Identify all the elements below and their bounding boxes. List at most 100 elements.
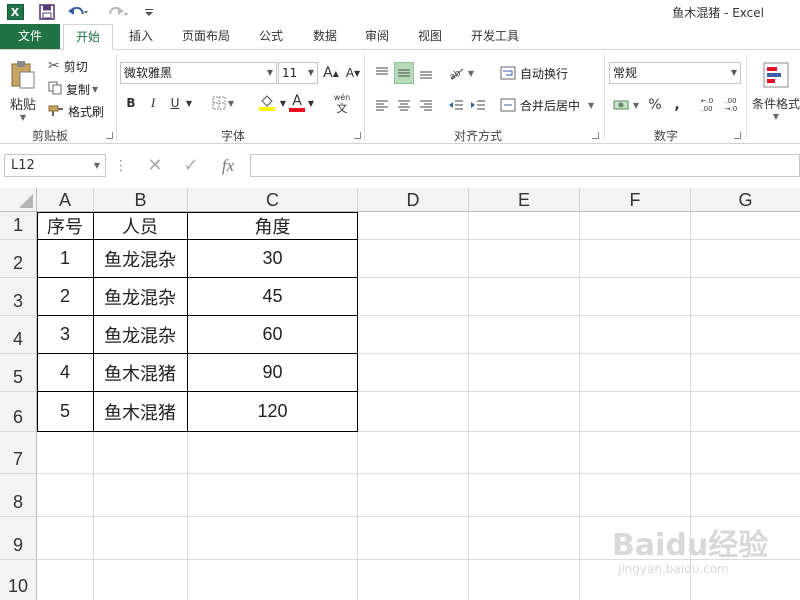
customize-qat-icon[interactable] bbox=[142, 2, 156, 22]
select-all-corner[interactable] bbox=[0, 188, 37, 212]
number-launcher-icon[interactable] bbox=[734, 132, 741, 139]
increase-decimal-button[interactable]: ←.0 .00 bbox=[696, 94, 718, 116]
phonetic-button[interactable]: wén 文 bbox=[328, 92, 356, 114]
tab-home[interactable]: 开始 bbox=[63, 24, 113, 50]
tab-file[interactable]: 文件 bbox=[0, 24, 60, 49]
cell-b6[interactable]: 鱼木混猪 bbox=[93, 392, 187, 431]
align-center-button[interactable] bbox=[394, 94, 414, 116]
borders-button[interactable]: ▼ bbox=[210, 92, 236, 114]
bold-button[interactable]: B bbox=[122, 92, 140, 114]
column-header-b[interactable]: B bbox=[94, 188, 188, 212]
italic-button[interactable]: I bbox=[144, 92, 162, 114]
name-box[interactable]: L12 ▼ bbox=[4, 154, 106, 177]
orientation-button[interactable]: ab ▼ bbox=[446, 62, 476, 84]
row-header-8[interactable]: 8 bbox=[0, 474, 37, 517]
cell-b2[interactable]: 鱼龙混杂 bbox=[93, 240, 187, 277]
underline-button[interactable]: U bbox=[166, 92, 184, 114]
cell-a4[interactable]: 3 bbox=[37, 316, 93, 353]
clipboard-launcher-icon[interactable] bbox=[106, 132, 113, 139]
chevron-down-icon: ▼ bbox=[730, 68, 737, 77]
row-header-2[interactable]: 2 bbox=[0, 240, 37, 278]
tab-review[interactable]: 审阅 bbox=[354, 24, 400, 49]
shrink-font-button[interactable]: A ▼ bbox=[344, 62, 362, 84]
align-bottom-button[interactable] bbox=[416, 62, 436, 84]
row-header-7[interactable]: 7 bbox=[0, 432, 37, 474]
column-header-c[interactable]: C bbox=[188, 188, 358, 212]
copy-button[interactable]: 复制 ▼ bbox=[48, 80, 98, 98]
enter-icon[interactable]: ✓ bbox=[176, 154, 206, 177]
format-painter-button[interactable]: 格式刷 bbox=[48, 102, 104, 120]
font-size-value: 11 bbox=[282, 66, 298, 80]
align-left-button[interactable] bbox=[372, 94, 392, 116]
font-name-select[interactable]: 微软雅黑 ▼ bbox=[120, 62, 277, 84]
wrap-text-button[interactable]: 自动换行 bbox=[500, 63, 568, 83]
column-header-f[interactable]: F bbox=[580, 188, 691, 212]
cell-a1[interactable]: 序号 bbox=[37, 212, 93, 239]
percent-button[interactable]: % bbox=[646, 94, 664, 116]
undo-icon[interactable] bbox=[64, 2, 92, 22]
column-header-e[interactable]: E bbox=[469, 188, 580, 212]
accounting-format-button[interactable]: ▼ bbox=[610, 94, 642, 116]
font-color-dropdown-icon[interactable]: ▼ bbox=[306, 92, 316, 114]
cell-a3[interactable]: 2 bbox=[37, 278, 93, 315]
cell-b3[interactable]: 鱼龙混杂 bbox=[93, 278, 187, 315]
tab-insert[interactable]: 插入 bbox=[118, 24, 164, 49]
underline-dropdown-icon[interactable]: ▼ bbox=[184, 92, 194, 114]
merge-center-button[interactable]: 合并后居中 ▼ bbox=[500, 95, 594, 115]
decrease-indent-button[interactable] bbox=[446, 94, 466, 116]
formula-input[interactable] bbox=[250, 154, 800, 177]
align-top-button[interactable] bbox=[372, 62, 392, 84]
alignment-launcher-icon[interactable] bbox=[592, 132, 599, 139]
decrease-decimal-button[interactable]: .00 →.0 bbox=[720, 94, 742, 116]
row-header-3[interactable]: 3 bbox=[0, 278, 37, 316]
column-header-a[interactable]: A bbox=[37, 188, 94, 212]
redo-icon[interactable] bbox=[104, 2, 132, 22]
cell-c6[interactable]: 120 bbox=[187, 392, 358, 431]
row-header-6[interactable]: 6 bbox=[0, 392, 37, 432]
paste-icon bbox=[11, 61, 35, 89]
align-right-button[interactable] bbox=[416, 94, 436, 116]
cancel-icon[interactable]: ✕ bbox=[140, 154, 170, 177]
font-color-button[interactable]: A bbox=[286, 92, 308, 114]
row-header-1[interactable]: 1 bbox=[0, 212, 37, 240]
cell-a5[interactable]: 4 bbox=[37, 354, 93, 391]
cell-c1[interactable]: 角度 bbox=[187, 212, 358, 239]
cell-c4[interactable]: 60 bbox=[187, 316, 358, 353]
paint-bucket-icon bbox=[261, 95, 273, 107]
cell-b4[interactable]: 鱼龙混杂 bbox=[93, 316, 187, 353]
row-header-9[interactable]: 9 bbox=[0, 517, 37, 560]
cell-c3[interactable]: 45 bbox=[187, 278, 358, 315]
tab-developer[interactable]: 开发工具 bbox=[462, 24, 528, 49]
cell-a2[interactable]: 1 bbox=[37, 240, 93, 277]
font-color-swatch bbox=[289, 108, 305, 112]
conditional-formatting-button[interactable]: 条件格式 ▼ bbox=[750, 56, 800, 126]
row-header-10[interactable]: 10 bbox=[0, 560, 37, 600]
tab-view[interactable]: 视图 bbox=[407, 24, 453, 49]
column-header-g[interactable]: G bbox=[691, 188, 800, 212]
increase-indent-button[interactable] bbox=[468, 94, 488, 116]
paste-button[interactable]: 粘贴 ▼ bbox=[6, 56, 40, 126]
cut-button[interactable]: ✂ 剪切 bbox=[48, 57, 88, 75]
excel-logo-icon[interactable]: X bbox=[4, 2, 26, 22]
tab-page-layout[interactable]: 页面布局 bbox=[172, 24, 240, 49]
insert-function-icon[interactable]: fx bbox=[212, 154, 244, 177]
column-header-d[interactable]: D bbox=[358, 188, 469, 212]
save-icon[interactable] bbox=[36, 2, 58, 22]
grow-font-button[interactable]: A ▲ bbox=[322, 62, 340, 84]
tab-data[interactable]: 数据 bbox=[302, 24, 348, 49]
font-size-select[interactable]: 11 ▼ bbox=[278, 62, 318, 84]
cell-b1[interactable]: 人员 bbox=[93, 212, 187, 239]
row-header-4[interactable]: 4 bbox=[0, 316, 37, 354]
number-format-select[interactable]: 常规 ▼ bbox=[609, 62, 741, 84]
cell-a6[interactable]: 5 bbox=[37, 392, 93, 431]
cell-b5[interactable]: 鱼木混猪 bbox=[93, 354, 187, 391]
align-middle-button[interactable] bbox=[394, 62, 414, 84]
cell-c5[interactable]: 90 bbox=[187, 354, 358, 391]
row-header-5[interactable]: 5 bbox=[0, 354, 37, 392]
formula-bar-options-icon[interactable]: ⋮ bbox=[114, 154, 128, 177]
ribbon-tabs: 文件 开始 插入 页面布局 公式 数据 审阅 视图 开发工具 bbox=[0, 24, 800, 50]
comma-button[interactable]: , bbox=[668, 94, 686, 116]
cell-c2[interactable]: 30 bbox=[187, 240, 358, 277]
tab-formulas[interactable]: 公式 bbox=[248, 24, 294, 49]
font-launcher-icon[interactable] bbox=[354, 132, 361, 139]
